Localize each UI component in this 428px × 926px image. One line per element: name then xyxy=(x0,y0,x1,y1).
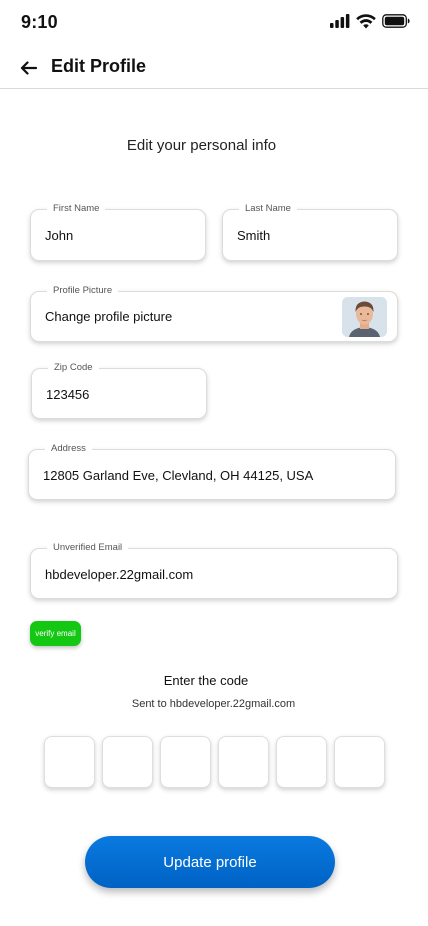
last-name-label: Last Name xyxy=(239,203,297,215)
zip-code-label: Zip Code xyxy=(48,362,99,374)
arrow-left-icon xyxy=(20,61,37,75)
update-profile-button[interactable]: Update profile xyxy=(85,836,335,888)
address-value[interactable]: 12805 Garland Eve, Clevland, OH 44125, U… xyxy=(43,468,313,483)
enter-code-title: Enter the code xyxy=(163,673,249,688)
otp-digit-2[interactable] xyxy=(102,736,153,788)
avatar[interactable] xyxy=(342,297,387,337)
zip-code-value[interactable]: 123456 xyxy=(46,387,89,402)
first-name-label: First Name xyxy=(47,203,106,215)
section-subtitle: Edit your personal info xyxy=(126,137,277,154)
status-icons xyxy=(330,12,410,30)
status-bar: 9:10 xyxy=(0,0,428,46)
otp-digit-5[interactable] xyxy=(276,736,327,788)
battery-icon xyxy=(382,14,410,28)
address-field[interactable]: Address 12805 Garland Eve, Clevland, OH … xyxy=(28,443,396,500)
address-label: Address xyxy=(45,443,92,455)
otp-digit-3[interactable] xyxy=(160,736,211,788)
first-name-value[interactable]: John xyxy=(45,228,73,243)
email-label: Unverified Email xyxy=(47,542,129,554)
zip-code-field[interactable]: Zip Code 123456 xyxy=(31,362,207,419)
otp-digit-6[interactable] xyxy=(334,736,385,788)
first-name-field[interactable]: First Name John xyxy=(30,203,206,261)
email-value[interactable]: hbdeveloper.22gmail.com xyxy=(45,567,193,582)
wifi-icon xyxy=(356,13,376,28)
app-bar: Edit Profile xyxy=(0,46,428,89)
status-time: 9:10 xyxy=(21,12,58,32)
profile-photo xyxy=(342,297,387,337)
last-name-field[interactable]: Last Name Smith xyxy=(222,203,398,261)
otp-digit-4[interactable] xyxy=(218,736,269,788)
otp-digit-1[interactable] xyxy=(44,736,95,788)
change-profile-picture-text[interactable]: Change profile picture xyxy=(45,309,172,324)
last-name-value[interactable]: Smith xyxy=(237,228,270,243)
profile-picture-label: Profile Picture xyxy=(47,285,119,297)
verify-email-button[interactable]: verify email xyxy=(30,621,81,646)
back-button[interactable] xyxy=(15,55,41,81)
page-title: Edit Profile xyxy=(51,56,147,76)
cellular-signal-icon xyxy=(330,14,350,28)
code-sent-to: Sent to hbdeveloper.22gmail.com xyxy=(131,698,296,710)
email-field[interactable]: Unverified Email hbdeveloper.22gmail.com xyxy=(30,542,398,599)
profile-picture-field[interactable]: Profile Picture Change profile picture xyxy=(30,285,398,342)
